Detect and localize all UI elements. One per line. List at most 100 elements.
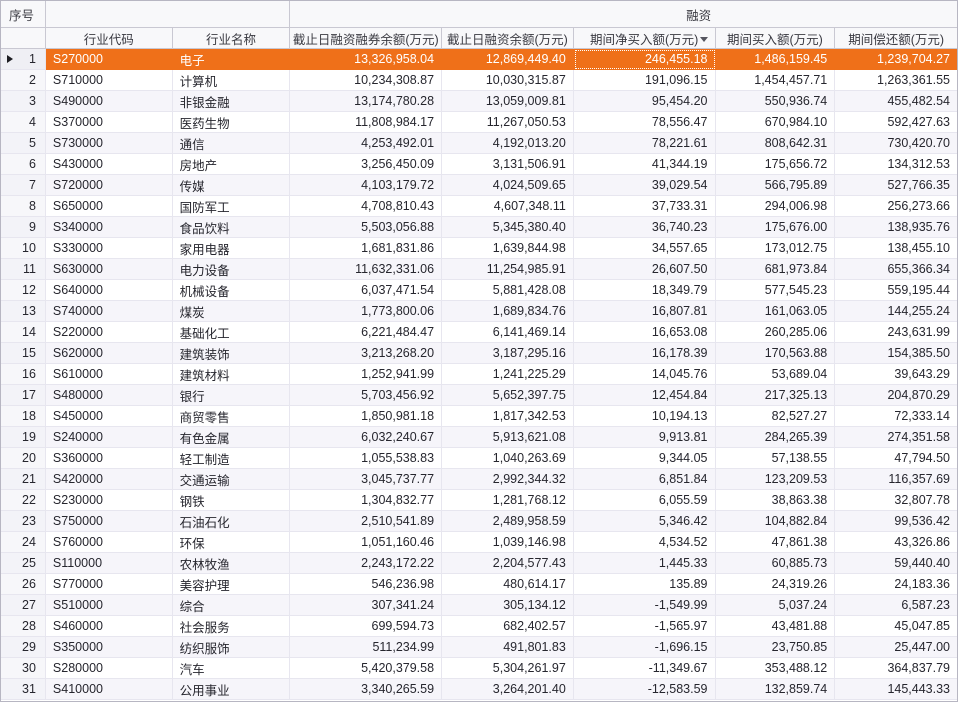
- value-cell[interactable]: 134,312.53: [835, 154, 957, 175]
- table-row[interactable]: 15 S620000 建筑装饰 3,213,268.20 3,187,295.16 16,…: [1, 343, 957, 364]
- industry-name-cell[interactable]: 非银金融: [172, 91, 291, 112]
- row-index-cell[interactable]: 7: [1, 175, 46, 196]
- table-row[interactable]: 17 S480000 银行 5,703,456.92 5,652,397.75 12,45…: [1, 385, 957, 406]
- industry-code-cell[interactable]: S350000: [45, 637, 173, 658]
- value-cell[interactable]: 1,850,981.18: [290, 406, 443, 427]
- value-cell[interactable]: 47,861.38: [715, 532, 836, 553]
- value-cell[interactable]: 4,607,348.11: [442, 196, 574, 217]
- table-row[interactable]: 25 S110000 农林牧渔 2,243,172.22 2,204,577.43 1,4…: [1, 553, 957, 574]
- row-index-cell[interactable]: 31: [1, 679, 46, 700]
- industry-name-cell[interactable]: 医药生物: [172, 112, 291, 133]
- value-cell[interactable]: 38,863.38: [715, 490, 836, 511]
- industry-name-cell[interactable]: 环保: [172, 532, 291, 553]
- industry-code-cell[interactable]: S450000: [45, 406, 173, 427]
- value-cell[interactable]: 6,141,469.14: [442, 322, 574, 343]
- value-cell[interactable]: 3,256,450.09: [290, 154, 443, 175]
- value-cell[interactable]: 480,614.17: [442, 574, 574, 595]
- value-cell[interactable]: 307,341.24: [290, 595, 443, 616]
- industry-code-cell[interactable]: S430000: [45, 154, 173, 175]
- row-index-cell[interactable]: 23: [1, 511, 46, 532]
- industry-name-cell[interactable]: 国防军工: [172, 196, 291, 217]
- industry-code-cell[interactable]: S720000: [45, 175, 173, 196]
- value-cell[interactable]: 305,134.12: [442, 595, 574, 616]
- industry-name-cell[interactable]: 轻工制造: [172, 448, 291, 469]
- value-cell[interactable]: 2,510,541.89: [290, 511, 443, 532]
- value-cell[interactable]: 4,192,013.20: [442, 133, 574, 154]
- industry-name-cell[interactable]: 公用事业: [172, 679, 291, 700]
- value-cell[interactable]: 36,740.23: [573, 217, 716, 238]
- table-row[interactable]: 19 S240000 有色金属 6,032,240.67 5,913,621.08 9,9…: [1, 427, 957, 448]
- row-index-cell[interactable]: 12: [1, 280, 46, 301]
- value-cell[interactable]: -12,583.59: [573, 679, 716, 700]
- row-index-cell[interactable]: 1: [1, 49, 46, 70]
- row-index-cell[interactable]: 21: [1, 469, 46, 490]
- value-cell[interactable]: 3,340,265.59: [290, 679, 443, 700]
- table-row[interactable]: 4 S370000 医药生物 11,808,984.17 11,267,050.53 78…: [1, 112, 957, 133]
- value-cell[interactable]: 26,607.50: [573, 259, 716, 280]
- value-cell[interactable]: 11,808,984.17: [290, 112, 443, 133]
- value-cell[interactable]: 4,103,179.72: [290, 175, 443, 196]
- value-cell[interactable]: 144,255.24: [835, 301, 957, 322]
- value-cell[interactable]: 16,178.39: [573, 343, 716, 364]
- value-cell[interactable]: 132,859.74: [715, 679, 836, 700]
- industry-name-cell[interactable]: 商贸零售: [172, 406, 291, 427]
- industry-code-cell[interactable]: S460000: [45, 616, 173, 637]
- value-cell[interactable]: 1,689,834.76: [442, 301, 574, 322]
- value-cell[interactable]: 1,055,538.83: [290, 448, 443, 469]
- value-cell[interactable]: 6,055.59: [573, 490, 716, 511]
- value-cell[interactable]: 5,652,397.75: [442, 385, 574, 406]
- industry-name-cell[interactable]: 食品饮料: [172, 217, 291, 238]
- value-cell[interactable]: 681,973.84: [715, 259, 836, 280]
- industry-code-cell[interactable]: S710000: [45, 70, 173, 91]
- value-cell[interactable]: 18,349.79: [573, 280, 716, 301]
- value-cell[interactable]: 10,030,315.87: [442, 70, 574, 91]
- value-cell[interactable]: 243,631.99: [835, 322, 957, 343]
- row-index-cell[interactable]: 28: [1, 616, 46, 637]
- value-cell[interactable]: 24,183.36: [835, 574, 957, 595]
- value-cell[interactable]: 175,656.72: [715, 154, 836, 175]
- value-cell[interactable]: 682,402.57: [442, 616, 574, 637]
- table-row[interactable]: 18 S450000 商贸零售 1,850,981.18 1,817,342.53 10,…: [1, 406, 957, 427]
- table-row[interactable]: 6 S430000 房地产 3,256,450.09 3,131,506.91 41,34…: [1, 154, 957, 175]
- row-index-cell[interactable]: 19: [1, 427, 46, 448]
- industry-name-cell[interactable]: 电子: [172, 49, 291, 70]
- value-cell[interactable]: 16,653.08: [573, 322, 716, 343]
- industry-name-cell[interactable]: 综合: [172, 595, 291, 616]
- value-cell[interactable]: 5,346.42: [573, 511, 716, 532]
- column-header-net-buy[interactable]: 期间净买入额(万元): [573, 28, 716, 49]
- table-row[interactable]: 11 S630000 电力设备 11,632,331.06 11,254,985.91 2…: [1, 259, 957, 280]
- industry-name-cell[interactable]: 银行: [172, 385, 291, 406]
- table-row[interactable]: 13 S740000 煤炭 1,773,800.06 1,689,834.76 16,80…: [1, 301, 957, 322]
- value-cell[interactable]: 10,234,308.87: [290, 70, 443, 91]
- value-cell[interactable]: 43,481.88: [715, 616, 836, 637]
- value-cell[interactable]: 4,253,492.01: [290, 133, 443, 154]
- industry-name-cell[interactable]: 基础化工: [172, 322, 291, 343]
- value-cell[interactable]: 592,427.63: [835, 112, 957, 133]
- value-cell[interactable]: 730,420.70: [835, 133, 957, 154]
- value-cell[interactable]: 1,681,831.86: [290, 238, 443, 259]
- value-cell[interactable]: 204,870.29: [835, 385, 957, 406]
- column-header-repay[interactable]: 期间偿还额(万元): [835, 28, 957, 49]
- row-index-cell[interactable]: 6: [1, 154, 46, 175]
- table-row[interactable]: 2 S710000 计算机 10,234,308.87 10,030,315.87 191…: [1, 70, 957, 91]
- row-index-cell[interactable]: 8: [1, 196, 46, 217]
- value-cell[interactable]: 6,851.84: [573, 469, 716, 490]
- value-cell[interactable]: 559,195.44: [835, 280, 957, 301]
- value-cell[interactable]: 82,527.27: [715, 406, 836, 427]
- row-index-cell[interactable]: 4: [1, 112, 46, 133]
- value-cell[interactable]: 78,556.47: [573, 112, 716, 133]
- value-cell[interactable]: 5,420,379.58: [290, 658, 443, 679]
- value-cell[interactable]: 5,913,621.08: [442, 427, 574, 448]
- industry-code-cell[interactable]: S240000: [45, 427, 173, 448]
- value-cell[interactable]: 45,047.85: [835, 616, 957, 637]
- value-cell[interactable]: 12,454.84: [573, 385, 716, 406]
- value-cell[interactable]: 3,213,268.20: [290, 343, 443, 364]
- industry-code-cell[interactable]: S480000: [45, 385, 173, 406]
- industry-name-cell[interactable]: 农林牧渔: [172, 553, 291, 574]
- value-cell[interactable]: 808,642.31: [715, 133, 836, 154]
- row-index-cell[interactable]: 25: [1, 553, 46, 574]
- industry-code-cell[interactable]: S360000: [45, 448, 173, 469]
- industry-code-cell[interactable]: S650000: [45, 196, 173, 217]
- value-cell[interactable]: 546,236.98: [290, 574, 443, 595]
- value-cell[interactable]: 24,319.26: [715, 574, 836, 595]
